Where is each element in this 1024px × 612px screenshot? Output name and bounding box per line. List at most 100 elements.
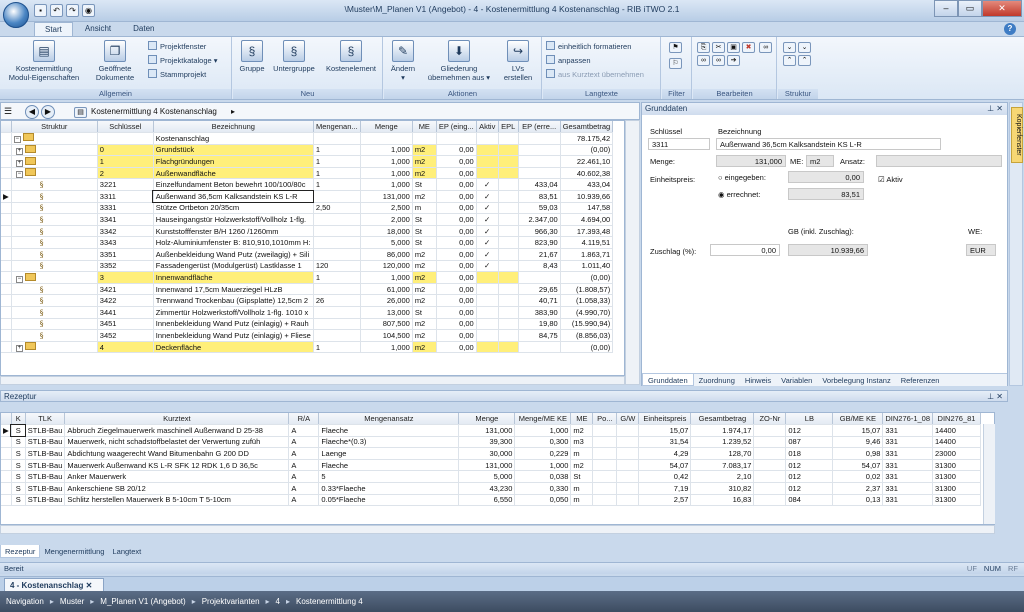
cell-aktiv[interactable]: ✓ [476, 213, 499, 226]
filter-icon[interactable]: ⚑ [668, 41, 683, 54]
kurztext-button[interactable]: aus Kurztext übernehmen [546, 69, 644, 80]
cell-bezeichnung[interactable]: Holz-Aluminiumfenster B: 810,910,1010mm … [153, 236, 314, 250]
breadcrumb-projektvarianten[interactable]: Projektvarianten [202, 597, 260, 606]
rz-col-tlk[interactable]: TLK [25, 413, 66, 426]
rz-cell-din276-81[interactable]: 31300 [932, 470, 982, 484]
rz-cell-menge[interactable]: 5,000 [458, 470, 516, 484]
cell-bezeichnung[interactable]: Kunststofffenster B/H 1260 /1260mm [153, 225, 314, 238]
cell-epl[interactable] [498, 306, 519, 319]
rz-col-menge[interactable]: Menge [458, 413, 516, 426]
rz-col-einheitspreis[interactable]: Einheitspreis [638, 413, 692, 426]
cell-bezeichnung[interactable]: Außenwandfläche [153, 167, 314, 180]
rz-cell-menge-me-ke[interactable]: 1,000 [514, 459, 572, 472]
table-row[interactable]: § 3341 Hauseingangstür Holzwerkstoff/Vollh… [1, 213, 614, 226]
cell-gesamtbetrag[interactable]: 4.119,51 [560, 236, 614, 250]
cell-schluessel[interactable]: 1 [97, 155, 154, 168]
rz-cell-kurztext[interactable]: Ankerschiene SB 20/12 [64, 482, 290, 495]
kostenermittlung-button[interactable]: ▤ Kostenermittlung Modul-Eigenschaften [4, 40, 84, 82]
cell-bezeichnung[interactable]: Trennwand Trockenbau (Gipsplatte) 12,5cm… [153, 294, 314, 307]
replace-icon[interactable]: ∞ [712, 55, 725, 66]
rz-cell-einheitspreis[interactable]: 15,07 [638, 424, 692, 437]
cell-aktiv[interactable]: ✓ [476, 236, 499, 250]
cell-schluessel[interactable]: 3311 [97, 190, 154, 203]
cell-schluessel[interactable]: 3342 [97, 225, 154, 238]
cell-struktur[interactable]: § [11, 248, 98, 261]
cell-gesamtbetrag[interactable]: 147,58 [560, 202, 614, 215]
tab-langtext[interactable]: Langtext [108, 545, 145, 558]
cell-struktur[interactable]: + [11, 144, 98, 157]
cell-mengenansatz[interactable]: 1 [313, 178, 361, 192]
rezeptur-horizontal-scrollbar[interactable] [0, 525, 995, 534]
expand-icon[interactable]: + [15, 147, 23, 155]
cell-bezeichnung[interactable]: Zimmertür Holzwerkstoff/Vollholz 1-flg. … [153, 306, 314, 319]
application-menu-button[interactable] [3, 2, 29, 28]
me-field[interactable]: m2 [806, 155, 834, 167]
save-icon[interactable]: ▪ [34, 4, 47, 17]
rezeptur-pin-icon[interactable]: ⊥ ✕ [987, 392, 1003, 401]
rz-cell-gesamtbetrag[interactable]: 1.974,17 [690, 424, 755, 437]
cell-mengenansatz[interactable]: 1 [313, 144, 361, 157]
rz-cell-po[interactable] [592, 424, 618, 437]
cell-epl[interactable] [498, 329, 519, 342]
cell-mengenansatz[interactable]: 26 [313, 294, 361, 307]
rz-cell-menge-me-ke[interactable]: 0,229 [514, 447, 572, 460]
cell-ep-errechnet[interactable]: 2.347,00 [518, 213, 561, 226]
cell-epl[interactable] [498, 248, 519, 261]
col-aktiv[interactable]: Aktiv [476, 121, 499, 134]
cell-gesamtbetrag[interactable]: 1.863,71 [560, 248, 614, 261]
cell-schluessel[interactable]: 3341 [97, 213, 154, 226]
rz-col-lb[interactable]: LB [785, 413, 834, 426]
delete-icon[interactable]: ✖ [742, 42, 755, 53]
expand-icon[interactable]: + [15, 345, 23, 352]
rz-cell-gw[interactable] [616, 436, 640, 449]
cell-menge[interactable]: 1,000 [360, 341, 413, 354]
rz-col-gw[interactable]: G/W [616, 413, 640, 426]
rezeptur-row[interactable]: S STLB-Bau Schlitz herstellen Mauerwerk B … [1, 494, 982, 507]
cell-menge[interactable]: 807,500 [360, 318, 413, 331]
cell-ep-eingegeben[interactable]: 0,00 [436, 144, 477, 157]
cell-me[interactable]: m2 [412, 260, 437, 273]
rz-cell-din276-1[interactable]: 331 [882, 482, 934, 495]
radio-errechnet[interactable]: ◉ errechnet: [718, 190, 760, 199]
rz-cell-lb[interactable]: 012 [785, 470, 834, 484]
table-row[interactable]: § 3351 Außenbekleidung Wand Putz (zweilagi… [1, 248, 614, 261]
table-row[interactable]: + 4 Deckenfläche 1 1,000 m2 0,00 (0,00) [1, 341, 614, 354]
rz-cell-k[interactable]: S [11, 470, 26, 484]
cell-schluessel[interactable]: 4 [97, 341, 154, 354]
bezeichnung-field[interactable]: Außenwand 36,5cm Kalksandstein KS L-R [716, 138, 941, 150]
rz-cell-gesamtbetrag[interactable]: 128,70 [690, 447, 755, 460]
cell-ep-errechnet[interactable]: 19,80 [518, 318, 561, 331]
cell-ep-eingegeben[interactable]: 0,00 [436, 236, 477, 250]
table-row[interactable]: ▶ § 3311 Außenwand 36,5cm Kalksandstein KS … [1, 189, 614, 204]
rz-col-gesamtbetrag[interactable]: Gesamtbetrag [690, 413, 755, 426]
col-epl[interactable]: EPL [498, 121, 519, 134]
rz-cell-din276-1[interactable]: 331 [882, 447, 934, 460]
tab-variablen[interactable]: Variablen [776, 374, 817, 386]
rz-cell-po[interactable] [592, 436, 618, 449]
cell-epl[interactable] [498, 144, 519, 157]
undo-icon[interactable]: ↶ [50, 4, 63, 17]
rz-cell-me[interactable]: m [570, 494, 594, 507]
rz-cell-din276-81[interactable]: 14400 [932, 424, 982, 437]
rz-col-din276-1[interactable]: DIN276-1_08 [882, 413, 934, 426]
rz-col-gb-me-ke[interactable]: GB/ME KE [832, 413, 884, 426]
cell-struktur[interactable]: § [11, 225, 98, 238]
cell-struktur[interactable]: § [11, 306, 98, 319]
cell-aktiv[interactable] [476, 329, 499, 342]
cell-schluessel[interactable]: 3343 [97, 236, 154, 250]
table-row[interactable]: § 3221 Einzelfundament Beton bewehrt 100/1… [1, 178, 614, 192]
cell-struktur[interactable]: § [11, 190, 98, 203]
cell-mengenansatz[interactable]: 2,50 [313, 202, 361, 215]
cell-mengenansatz[interactable]: 1 [313, 341, 361, 354]
rz-cell-gb-me-ke[interactable]: 15,07 [832, 424, 884, 437]
rz-cell-me[interactable]: m2 [570, 424, 594, 437]
cell-menge[interactable] [360, 132, 413, 145]
cell-bezeichnung[interactable]: Außenwand 36,5cm Kalksandstein KS L-R [152, 189, 315, 204]
untergruppe-button[interactable]: § Untergruppe [269, 40, 319, 73]
cell-menge[interactable]: 1,000 [360, 167, 413, 180]
cell-me[interactable] [412, 132, 437, 145]
horizontal-scrollbar[interactable] [0, 376, 625, 385]
cell-gesamtbetrag[interactable]: (15.990,94) [560, 318, 614, 331]
cell-bezeichnung[interactable]: Fassadengerüst (Modulgerüst) Lastklasse … [153, 260, 314, 273]
tab-referenzen[interactable]: Referenzen [896, 374, 945, 386]
